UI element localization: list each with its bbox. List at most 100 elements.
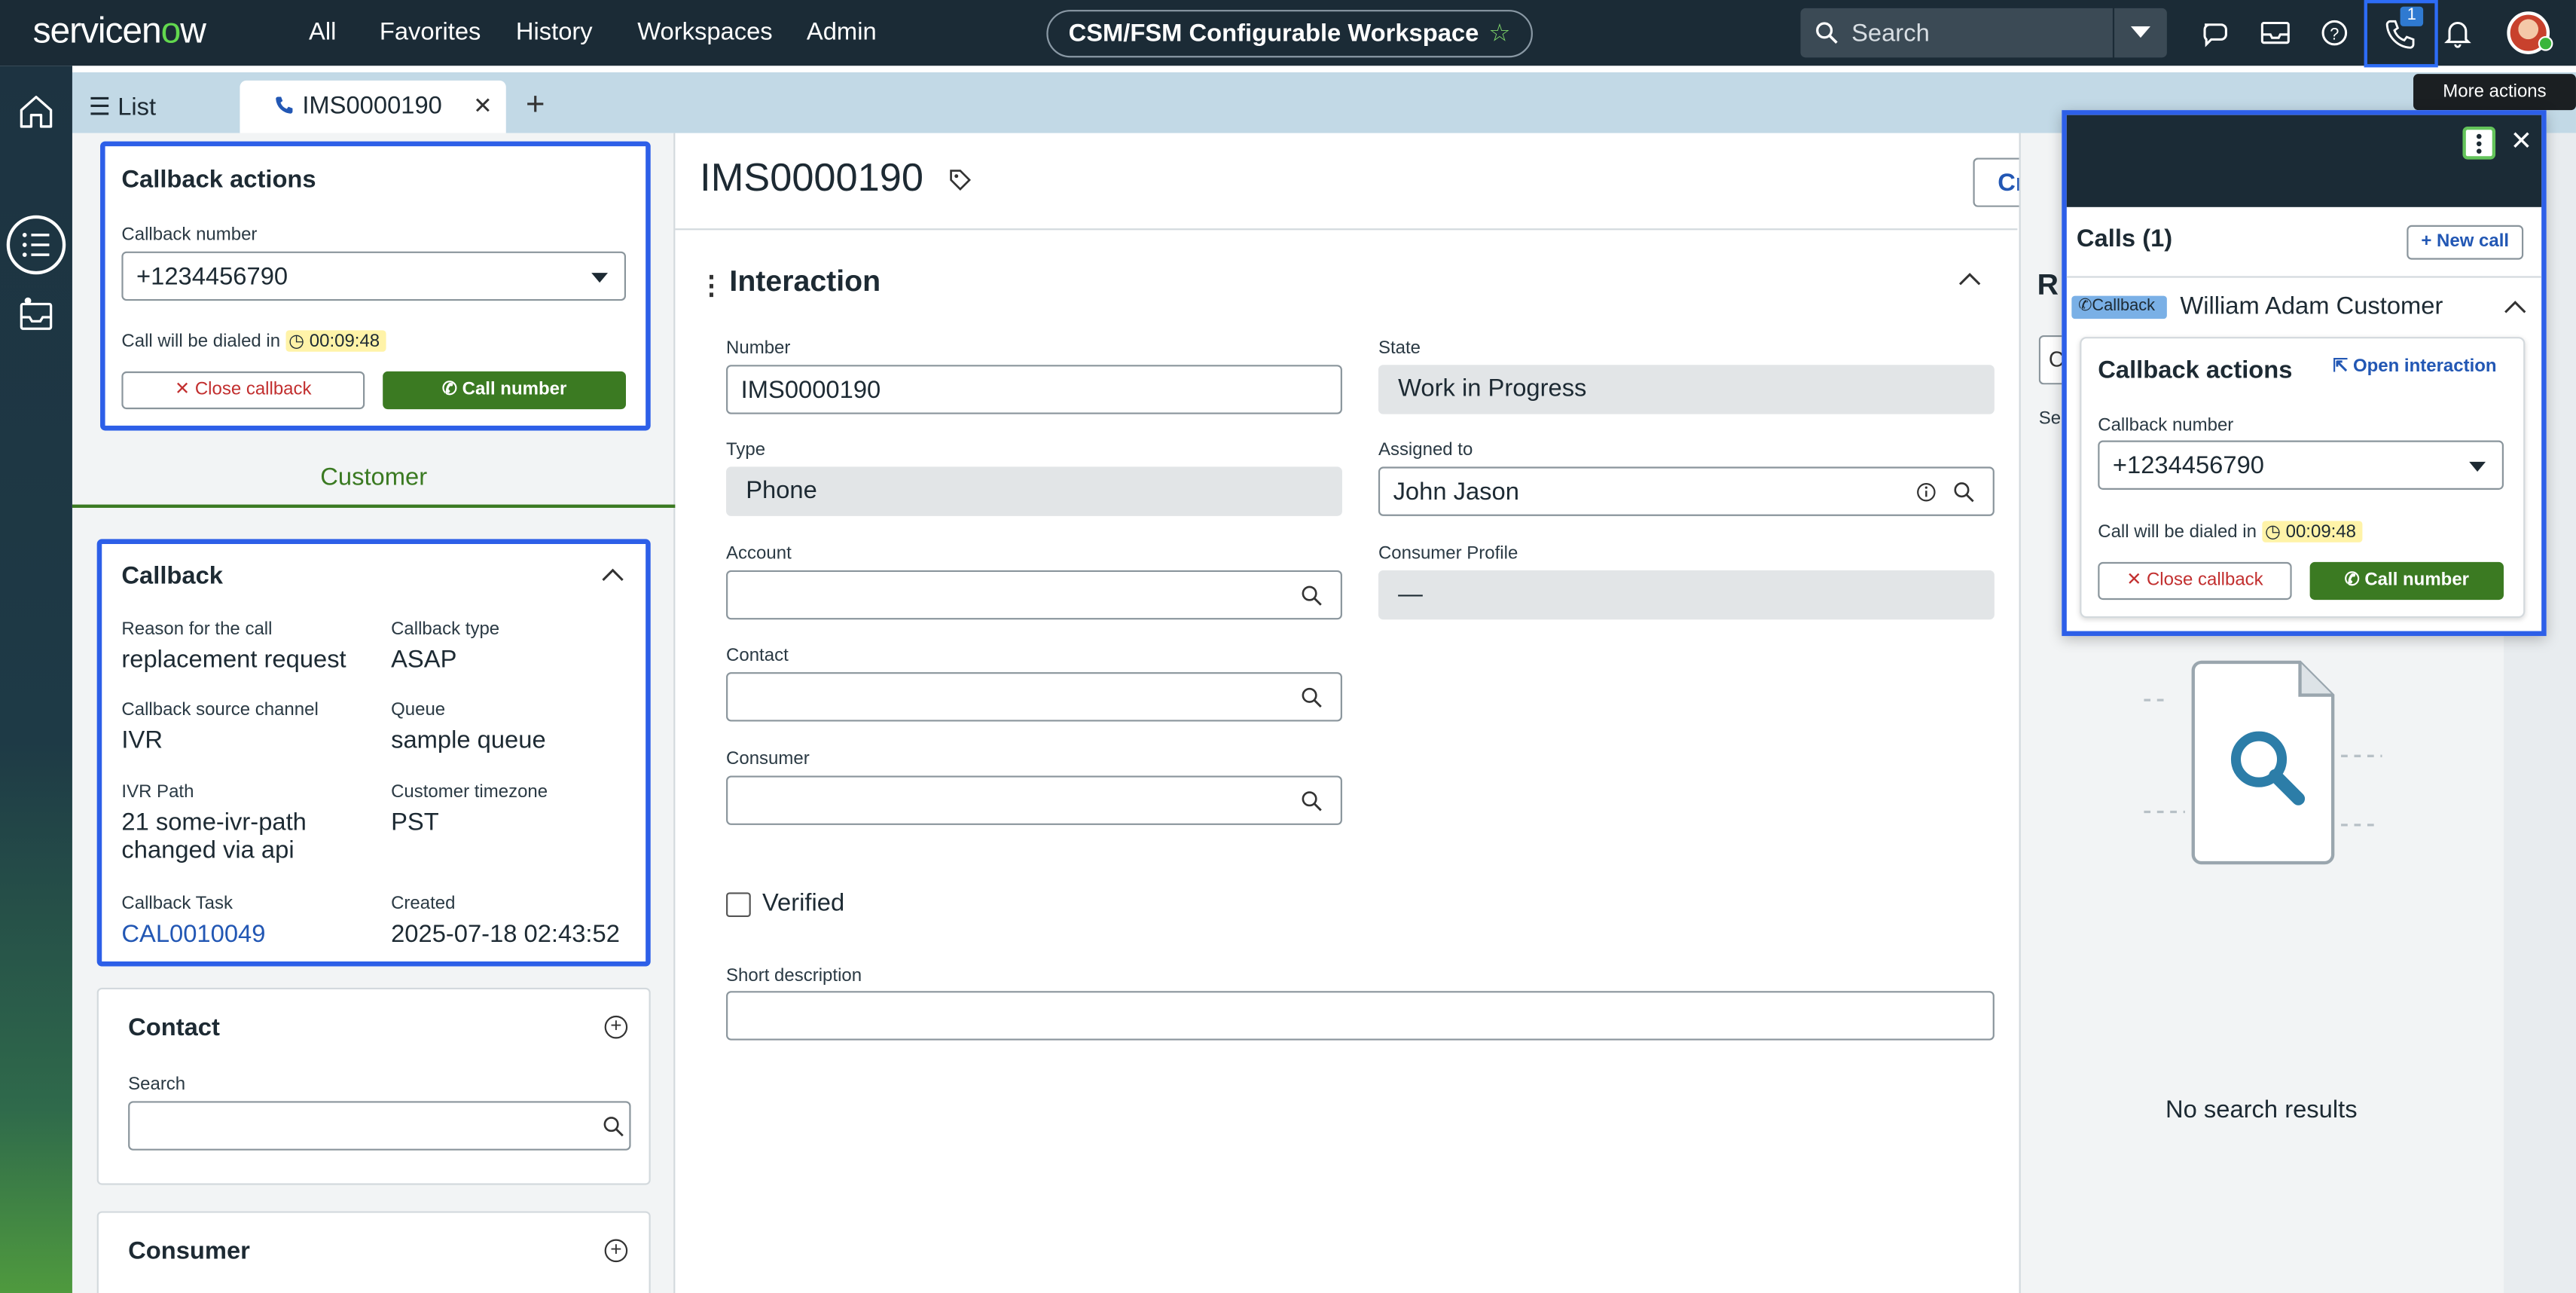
- nav-favorites[interactable]: Favorites: [380, 18, 481, 46]
- popover-dial-countdown: Call will be dialed in ◷ 00:09:48: [2098, 521, 2363, 543]
- nav-admin[interactable]: Admin: [807, 18, 877, 46]
- help-icon[interactable]: ?: [2316, 15, 2352, 51]
- callback-task-link[interactable]: CAL0010049: [121, 920, 265, 948]
- created-value: 2025-07-18 02:43:52: [391, 920, 620, 949]
- presence-status-dot: [2538, 35, 2553, 51]
- chat-icon[interactable]: [2198, 15, 2234, 51]
- inbox-tray-icon[interactable]: [17, 296, 56, 335]
- state-label: State: [1378, 338, 1421, 359]
- caller-name: William Adam Customer: [2180, 292, 2443, 321]
- popover-close-callback-button[interactable]: ✕ Close callback: [2098, 561, 2292, 601]
- home-icon[interactable]: [17, 92, 56, 131]
- short-description-field[interactable]: [726, 991, 1995, 1041]
- call-number-button[interactable]: ✆ Call number: [383, 371, 626, 410]
- queue-label: Queue: [391, 700, 446, 720]
- source-channel-value: IVR: [121, 726, 163, 755]
- nav-history[interactable]: History: [516, 18, 593, 46]
- calls-count-badge: 1: [2400, 6, 2424, 26]
- consumer-label: Consumer: [726, 749, 810, 769]
- search-scope-dropdown[interactable]: [2114, 8, 2167, 58]
- search-icon[interactable]: [1301, 585, 1322, 606]
- verified-checkbox[interactable]: [726, 892, 751, 918]
- phone-icon: ✆: [2078, 297, 2092, 316]
- chevron-up-icon[interactable]: [601, 567, 624, 583]
- new-call-button[interactable]: + New call: [2407, 225, 2524, 260]
- timer-value: 00:09:48: [309, 332, 380, 352]
- star-icon[interactable]: ☆: [1488, 20, 1510, 47]
- no-search-results-text: No search results: [2165, 1096, 2358, 1124]
- popover-callback-number-select[interactable]: +1234456790: [2098, 440, 2504, 490]
- info-icon[interactable]: [1915, 481, 1937, 503]
- more-actions-button[interactable]: [2462, 126, 2496, 160]
- popover-callback-actions-title: Callback actions: [2098, 356, 2293, 385]
- list-icon[interactable]: [17, 225, 56, 264]
- short-description-label: Short description: [726, 966, 862, 986]
- timezone-value: PST: [391, 809, 439, 837]
- close-popover-icon[interactable]: ✕: [2510, 125, 2532, 158]
- verified-label: Verified: [762, 888, 845, 918]
- tag-icon[interactable]: [948, 168, 972, 193]
- record-title: IMS0000190: [700, 156, 972, 202]
- servicenow-logo[interactable]: servicenow: [33, 10, 206, 53]
- contact-card-title: Contact: [128, 1013, 220, 1042]
- account-field[interactable]: [726, 570, 1342, 620]
- interaction-section-title: Interaction: [729, 264, 881, 298]
- contact-field[interactable]: [726, 672, 1342, 722]
- search-placeholder: Search: [1851, 20, 1930, 48]
- title-divider: [675, 228, 2018, 231]
- add-contact-icon[interactable]: +: [604, 1015, 628, 1039]
- search-icon[interactable]: [1301, 790, 1322, 812]
- workspace-title-pill[interactable]: CSM/FSM Configurable Workspace ☆: [1046, 10, 1533, 58]
- popover-dial-text: Call will be dialed in: [2098, 522, 2257, 543]
- phone-icon: ✆: [2344, 570, 2360, 591]
- top-navigation-bar: servicenow All Favorites History Workspa…: [0, 0, 2576, 68]
- assigned-to-value: John Jason: [1393, 478, 1519, 506]
- callback-number-select[interactable]: +1234456790: [121, 251, 626, 301]
- search-icon[interactable]: [1301, 687, 1322, 708]
- chevron-up-icon[interactable]: [2504, 299, 2527, 316]
- search-icon: [603, 1117, 624, 1137]
- popover-close-callback-label: Close callback: [2146, 570, 2263, 591]
- assigned-to-field[interactable]: John Jason: [1378, 466, 1995, 516]
- consumer-profile-label: Consumer Profile: [1378, 543, 1518, 564]
- nav-workspaces[interactable]: Workspaces: [637, 18, 772, 46]
- section-menu-icon[interactable]: ⋮: [698, 270, 725, 303]
- ivr-path-value: 21 some-ivr-path changed via api: [121, 809, 307, 865]
- tab-list[interactable]: ☰ List: [89, 92, 156, 121]
- global-search-input[interactable]: Search: [1800, 8, 2113, 58]
- tab-customer[interactable]: Customer: [72, 463, 676, 508]
- tab-customer-label: Customer: [320, 463, 428, 492]
- contact-search-label: Search: [128, 1074, 186, 1095]
- consumer-field[interactable]: [726, 775, 1342, 825]
- timezone-label: Customer timezone: [391, 782, 548, 802]
- chevron-up-icon[interactable]: [1958, 271, 1982, 288]
- type-label: Type: [726, 440, 766, 460]
- search-icon: [1816, 22, 1838, 44]
- assigned-to-label: Assigned to: [1378, 440, 1473, 460]
- nav-all[interactable]: All: [309, 18, 336, 46]
- add-consumer-icon[interactable]: +: [604, 1240, 628, 1263]
- bell-icon[interactable]: [2440, 15, 2476, 51]
- inbox-icon[interactable]: [2257, 15, 2294, 51]
- dial-countdown: Call will be dialed in ◷ 00:09:48: [121, 330, 386, 352]
- popover-call-number-button[interactable]: ✆ Call number: [2309, 561, 2504, 601]
- callback-task-label: Callback Task: [121, 894, 233, 914]
- contact-search-input[interactable]: [128, 1101, 631, 1151]
- search-icon[interactable]: [1953, 481, 1974, 503]
- open-interaction-link[interactable]: ⇱ Open interaction: [2333, 355, 2496, 376]
- tab-ims0000190[interactable]: IMS0000190 ✕: [240, 80, 506, 133]
- close-callback-button[interactable]: ✕ Close callback: [121, 371, 365, 410]
- svg-text:?: ?: [2330, 24, 2339, 43]
- number-field[interactable]: IMS0000190: [726, 365, 1342, 414]
- consumer-card-title: Consumer: [128, 1237, 250, 1266]
- reason-label: Reason for the call: [121, 619, 273, 640]
- type-value: Phone: [746, 476, 817, 505]
- calls-title: Calls (1): [2076, 225, 2173, 253]
- callback-type-value: ASAP: [391, 646, 457, 674]
- popover-call-number-label: Call number: [2364, 570, 2470, 591]
- add-tab-button[interactable]: +: [526, 87, 545, 125]
- callback-number-label: Callback number: [121, 225, 258, 245]
- phone-icon: ✆: [441, 379, 457, 400]
- close-tab-icon[interactable]: ✕: [473, 92, 493, 120]
- left-navigation-rail: [0, 66, 72, 1293]
